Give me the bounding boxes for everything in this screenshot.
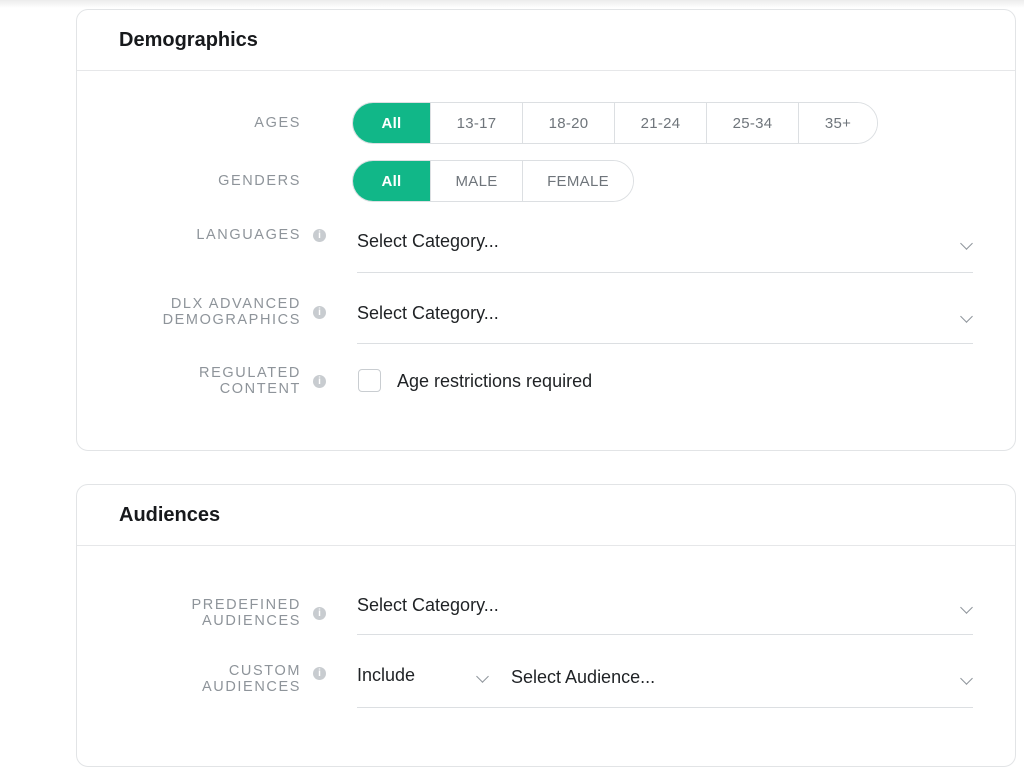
gender-option-female[interactable]: FEMALE: [523, 161, 633, 201]
age-restrictions-checkbox[interactable]: [358, 369, 381, 392]
age-option-13-17[interactable]: 13-17: [431, 103, 523, 143]
info-icon[interactable]: i: [313, 607, 326, 620]
chevron-down-icon: [960, 672, 973, 685]
chevron-down-icon: [960, 237, 973, 250]
languages-select[interactable]: Select Category...: [357, 223, 973, 273]
audiences-title: Audiences: [77, 485, 1015, 546]
predefined-audiences-select[interactable]: Select Category...: [357, 585, 973, 635]
include-select[interactable]: Include: [357, 655, 497, 707]
gender-option-male[interactable]: MALE: [431, 161, 523, 201]
chevron-down-icon: [476, 670, 489, 683]
genders-label: GENDERS: [218, 173, 301, 189]
age-restrictions-label: Age restrictions required: [397, 371, 593, 391]
include-select-value: Include: [357, 665, 416, 685]
chevron-down-icon: [960, 601, 973, 614]
info-icon[interactable]: i: [313, 229, 326, 242]
ages-label: AGES: [254, 115, 301, 131]
ages-segmented-control: All 13-17 18-20 21-24 25-34 35+: [352, 102, 878, 144]
languages-select-value: Select Category...: [357, 231, 499, 251]
top-shadow: [0, 0, 1024, 8]
info-icon[interactable]: i: [313, 375, 326, 388]
audience-select[interactable]: Select Audience...: [511, 655, 973, 707]
audiences-card: Audiences PREDEFINED AUDIENCES i Select …: [76, 484, 1016, 767]
age-option-35-plus[interactable]: 35+: [799, 103, 877, 143]
custom-audiences-field: Include Select Audience...: [357, 655, 973, 708]
gender-option-all[interactable]: All: [353, 161, 431, 201]
languages-label: LANGUAGES: [196, 227, 301, 243]
predefined-label: PREDEFINED AUDIENCES: [191, 597, 301, 629]
age-option-18-20[interactable]: 18-20: [523, 103, 615, 143]
chevron-down-icon: [960, 310, 973, 323]
demographics-title: Demographics: [77, 10, 1015, 71]
age-option-25-34[interactable]: 25-34: [707, 103, 799, 143]
audience-select-value: Select Audience...: [511, 667, 656, 687]
age-option-21-24[interactable]: 21-24: [615, 103, 707, 143]
info-icon[interactable]: i: [313, 667, 326, 680]
dlx-select-value: Select Category...: [357, 303, 499, 323]
demographics-card: Demographics AGES All 13-17 18-20 21-24 …: [76, 9, 1016, 451]
custom-label: CUSTOM AUDIENCES: [202, 663, 301, 695]
regulated-label: REGULATED CONTENT: [199, 365, 301, 397]
predefined-select-value: Select Category...: [357, 595, 499, 615]
genders-segmented-control: All MALE FEMALE: [352, 160, 634, 202]
dlx-label: DLX ADVANCED DEMOGRAPHICS: [162, 296, 301, 328]
info-icon[interactable]: i: [313, 306, 326, 319]
dlx-select[interactable]: Select Category...: [357, 294, 973, 344]
age-option-all[interactable]: All: [353, 103, 431, 143]
